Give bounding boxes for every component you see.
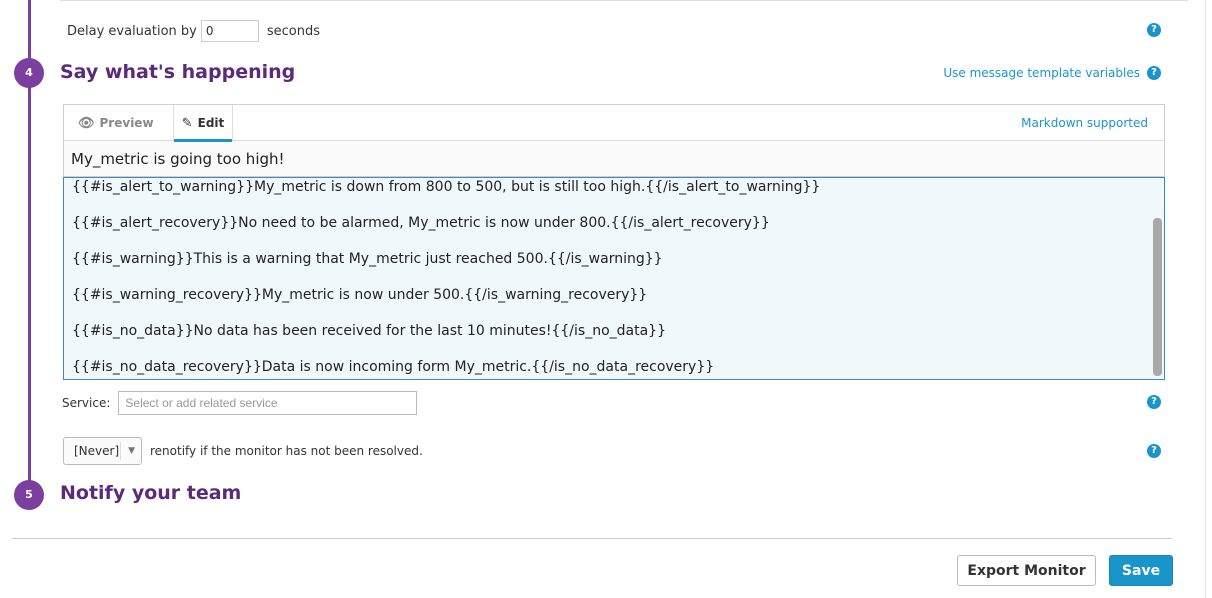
step-5-badge: 5 [14, 480, 44, 510]
question-circle-icon[interactable]: ? [1147, 66, 1161, 80]
save-button[interactable]: Save [1109, 555, 1173, 586]
export-monitor-button[interactable]: Export Monitor [957, 555, 1096, 586]
message-title-input[interactable]: My_metric is going too high! [64, 141, 1164, 177]
message-body-line: {{#is_no_data}}No data has been received… [72, 323, 666, 339]
service-label: Service: [62, 396, 111, 410]
markdown-supported-link[interactable]: Markdown supported [1021, 116, 1148, 130]
message-body-line: {{#is_alert_recovery}}No need to be alar… [72, 215, 770, 231]
message-body-textarea[interactable]: {{#is_alert_to_warning}}My_metric is dow… [63, 177, 1165, 380]
message-body-line: {{#is_no_data_recovery}}Data is now inco… [72, 359, 715, 375]
body-scrollbar-track[interactable] [1153, 180, 1162, 377]
message-body-line: {{#is_warning_recovery}}My_metric is now… [72, 287, 648, 303]
top-divider [60, 0, 1188, 1]
eye-icon: 👁 [78, 115, 95, 131]
tab-edit[interactable]: ✎ Edit [173, 105, 233, 142]
delay-evaluation-row: Delay evaluation by seconds [67, 20, 320, 42]
tab-edit-label: Edit [197, 116, 225, 130]
delay-unit-label: seconds [266, 23, 321, 39]
renotify-row: [Never] ▼ renotify if the monitor has no… [63, 437, 423, 465]
tab-preview[interactable]: 👁 Preview [78, 105, 154, 141]
delay-label: Delay evaluation by [67, 23, 197, 39]
message-body-line: {{#is_warning}}This is a warning that My… [72, 251, 663, 267]
message-body-lines: {{#is_alert_to_warning}}My_metric is dow… [72, 178, 821, 379]
chevron-down-icon: ▼ [128, 446, 135, 456]
monitor-editor-page: Delay evaluation by seconds ? 4 Say what… [0, 0, 1212, 598]
page-right-edge [1205, 0, 1206, 598]
message-template-variables-link[interactable]: Use message template variables [943, 66, 1140, 80]
step-4-badge: 4 [14, 58, 44, 88]
step-4-title: Say what's happening [60, 61, 296, 83]
step-5-title: Notify your team [60, 482, 242, 504]
renotify-description: renotify if the monitor has not been res… [150, 444, 423, 458]
footer-divider [12, 538, 1172, 539]
delay-seconds-input[interactable] [200, 20, 259, 42]
select-divider [120, 442, 121, 460]
tab-preview-label: Preview [99, 116, 154, 130]
question-circle-icon[interactable]: ? [1147, 395, 1161, 409]
edit-pencil-icon: ✎ [181, 115, 193, 131]
question-circle-icon[interactable]: ? [1147, 444, 1161, 458]
body-scrollbar-thumb[interactable] [1153, 218, 1162, 376]
service-input[interactable] [118, 391, 418, 415]
editor-tab-bar: 👁 Preview ✎ Edit Markdown supported [64, 105, 1164, 142]
message-editor: 👁 Preview ✎ Edit Markdown supported My_m… [63, 104, 1165, 380]
renotify-interval-select[interactable]: [Never] ▼ [63, 437, 142, 465]
service-row: Service: [62, 391, 418, 415]
renotify-selected-value: [Never] [74, 444, 120, 458]
question-circle-icon[interactable]: ? [1147, 23, 1161, 37]
message-body-line: {{#is_alert_to_warning}}My_metric is dow… [72, 179, 821, 195]
